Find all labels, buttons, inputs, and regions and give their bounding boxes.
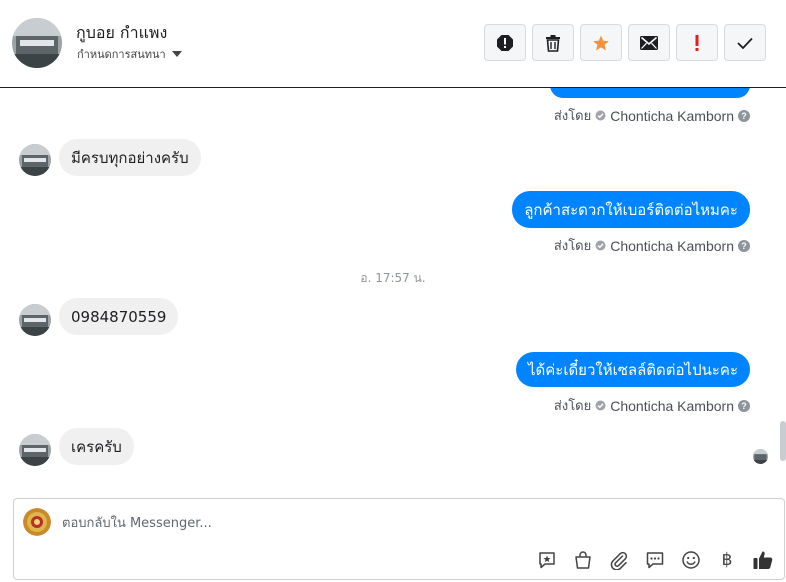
contact-avatar-small[interactable] xyxy=(19,304,51,336)
thread-scrollbar[interactable] xyxy=(780,421,786,461)
delete-button[interactable] xyxy=(532,24,574,61)
trash-icon xyxy=(546,34,560,52)
star-button[interactable] xyxy=(580,24,622,61)
verified-icon xyxy=(595,110,606,121)
verified-icon xyxy=(595,400,606,411)
help-icon[interactable]: ? xyxy=(738,109,750,122)
message-text: 0984870559 xyxy=(71,307,167,326)
contact-avatar[interactable] xyxy=(12,18,62,68)
agent-name[interactable]: Chonticha Kamborn xyxy=(610,238,734,254)
currency-icon: ฿ xyxy=(721,550,733,569)
reply-input[interactable] xyxy=(62,513,662,533)
sent-by-info: ส่งโดย Chonticha Kamborn ? xyxy=(554,235,750,256)
message-bubble-outgoing[interactable] xyxy=(550,88,750,98)
header-actions xyxy=(484,24,766,61)
report-button[interactable] xyxy=(484,24,526,61)
chat-icon xyxy=(646,552,664,569)
composer-toolbar: ฿ xyxy=(536,549,774,571)
mail-icon xyxy=(640,35,658,50)
agent-name[interactable]: Chonticha Kamborn xyxy=(610,398,734,414)
message-bubble-incoming[interactable]: เครครับ xyxy=(59,428,134,465)
shop-icon xyxy=(575,551,591,569)
saved-reply-icon xyxy=(539,552,555,569)
message-text: เครครับ xyxy=(71,437,122,456)
chat-button[interactable] xyxy=(644,549,666,571)
sent-by-info: ส่งโดย Chonticha Kamborn ? xyxy=(554,395,750,416)
saved-reply-button[interactable] xyxy=(536,549,558,571)
conversation-schedule-dropdown[interactable]: กำหนดการสนทนา xyxy=(77,45,182,63)
mark-unread-button[interactable] xyxy=(628,24,670,61)
agent-name[interactable]: Chonticha Kamborn xyxy=(610,108,734,124)
like-icon xyxy=(753,551,773,569)
message-bubble-incoming[interactable]: มีครบทุกอย่างครับ xyxy=(59,139,201,176)
page-avatar xyxy=(23,508,51,536)
star-icon xyxy=(593,35,609,50)
priority-button[interactable] xyxy=(676,24,718,61)
sent-by-label: ส่งโดย xyxy=(553,399,592,414)
schedule-label: กำหนดการสนทนา xyxy=(77,48,166,61)
verified-icon xyxy=(595,240,606,251)
payment-button[interactable]: ฿ xyxy=(716,549,738,571)
check-icon xyxy=(737,37,753,49)
attachment-button[interactable] xyxy=(608,549,630,571)
message-text: ได้ค่ะเดี๋ยวให้เซลล์ติดต่อไปนะคะ xyxy=(527,360,738,379)
message-text: ลูกค้าสะดวกให้เบอร์ติดต่อไหมคะ xyxy=(524,200,738,219)
emoji-button[interactable] xyxy=(680,549,702,571)
report-icon xyxy=(497,34,513,51)
contact-avatar-small[interactable] xyxy=(19,434,51,466)
sent-by-info: ส่งโดย Chonticha Kamborn ? xyxy=(554,105,750,126)
reply-composer: ฿ xyxy=(13,498,785,580)
caret-down-icon xyxy=(171,51,182,57)
seen-indicator-avatar xyxy=(753,449,768,464)
sent-by-label: ส่งโดย xyxy=(553,109,592,124)
message-thread[interactable]: ส่งโดย Chonticha Kamborn ? มีครบทุกอย่าง… xyxy=(0,88,786,488)
message-bubble-incoming[interactable]: 0984870559 xyxy=(59,298,179,335)
message-text: มีครบทุกอย่างครับ xyxy=(71,148,189,167)
mark-done-button[interactable] xyxy=(724,24,766,61)
like-button[interactable] xyxy=(752,549,774,571)
contact-avatar-small[interactable] xyxy=(19,144,51,176)
conversation-header: กูบอย กำแพง กำหนดการสนทนา xyxy=(0,0,786,88)
message-timestamp: อ. 17:57 น. xyxy=(360,271,426,285)
help-icon[interactable]: ? xyxy=(738,399,750,412)
contact-name[interactable]: กูบอย กำแพง xyxy=(76,21,167,46)
shop-button[interactable] xyxy=(572,549,594,571)
priority-icon xyxy=(695,34,699,51)
help-icon[interactable]: ? xyxy=(738,239,750,252)
attachment-icon xyxy=(610,551,628,570)
sent-by-label: ส่งโดย xyxy=(553,239,592,254)
emoji-icon xyxy=(682,551,700,569)
message-bubble-outgoing[interactable]: ลูกค้าสะดวกให้เบอร์ติดต่อไหมคะ xyxy=(512,191,750,228)
message-bubble-outgoing[interactable]: ได้ค่ะเดี๋ยวให้เซลล์ติดต่อไปนะคะ xyxy=(515,352,750,387)
